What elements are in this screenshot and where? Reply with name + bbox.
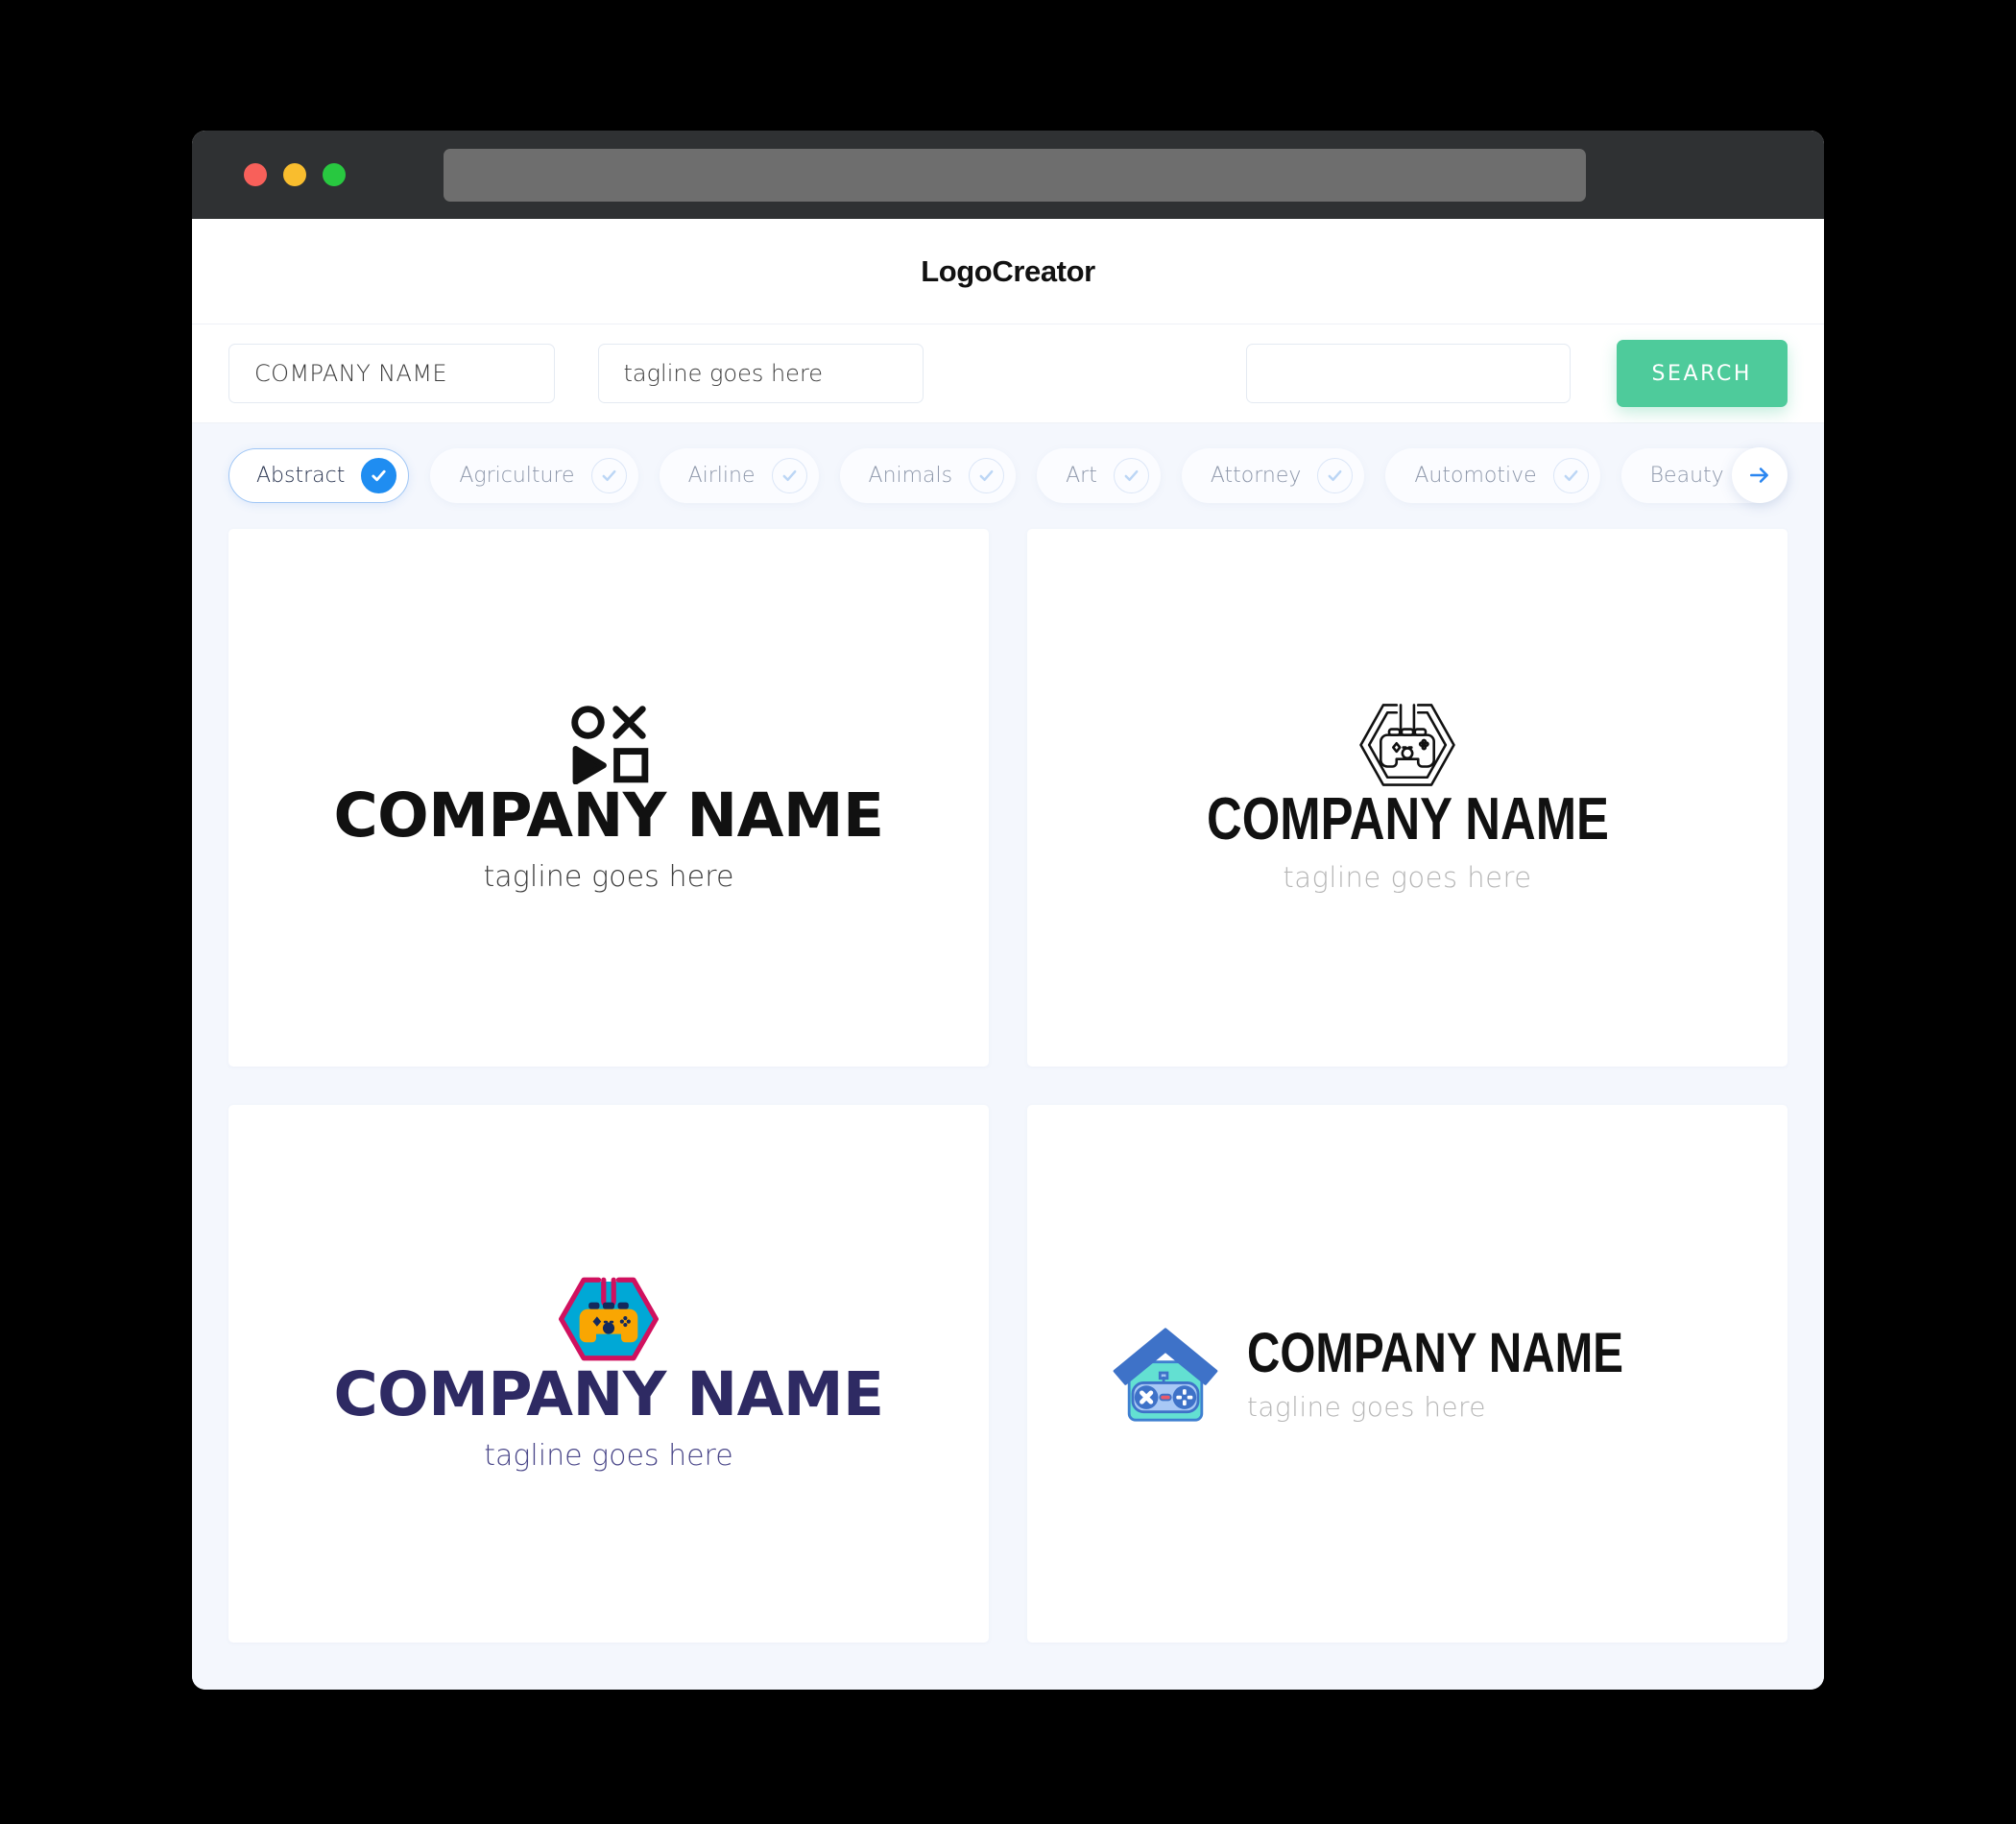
arrow-right-icon bbox=[1750, 468, 1768, 483]
house-gamepad-icon bbox=[1109, 1324, 1222, 1424]
logo-company-name: COMPANY NAME bbox=[333, 780, 884, 852]
check-icon bbox=[1113, 457, 1149, 493]
hexagon-gamepad-outline-icon bbox=[1357, 702, 1457, 788]
check-icon bbox=[771, 457, 807, 493]
logo-tagline: tagline goes here bbox=[1247, 1390, 1486, 1423]
category-chip-art[interactable]: Art bbox=[1037, 447, 1161, 503]
app-header: LogoCreator bbox=[192, 219, 1824, 324]
browser-titlebar bbox=[192, 131, 1824, 219]
category-label: Attorney bbox=[1210, 463, 1302, 488]
company-name-input[interactable]: COMPANY NAME bbox=[228, 344, 555, 403]
category-label: Agriculture bbox=[459, 463, 575, 488]
minimize-window-button[interactable] bbox=[283, 163, 306, 186]
category-chip-attorney[interactable]: Attorney bbox=[1181, 447, 1365, 503]
logo-results-grid: COMPANY NAME tagline goes here COMPANY N… bbox=[228, 527, 1788, 1643]
category-chip-animals[interactable]: Animals bbox=[839, 447, 1017, 503]
logo-card[interactable]: COMPANY NAME tagline goes here bbox=[1027, 529, 1788, 1067]
logo-card[interactable]: COMPANY NAME tagline goes here bbox=[228, 529, 989, 1067]
app-title: LogoCreator bbox=[921, 253, 1095, 288]
address-bar[interactable] bbox=[444, 148, 1586, 202]
category-label: Art bbox=[1066, 463, 1097, 488]
playstation-shapes-icon bbox=[567, 702, 650, 785]
check-icon bbox=[361, 457, 397, 493]
maximize-window-button[interactable] bbox=[323, 163, 346, 186]
search-toolbar: COMPANY NAME tagline goes here SEARCH bbox=[192, 324, 1824, 423]
category-filter-bar: Abstract Agriculture Airline Animals Art… bbox=[228, 423, 1788, 527]
browser-window: LogoCreator COMPANY NAME tagline goes he… bbox=[192, 131, 1824, 1690]
category-label: Animals bbox=[868, 463, 953, 488]
check-icon bbox=[969, 457, 1005, 493]
keyword-input[interactable] bbox=[1246, 344, 1571, 403]
logo-tagline: tagline goes here bbox=[1283, 860, 1532, 894]
logo-company-name: COMPANY NAME bbox=[1206, 786, 1609, 853]
logo-company-name: COMPANY NAME bbox=[333, 1359, 884, 1430]
category-chip-airline[interactable]: Airline bbox=[659, 447, 819, 503]
category-chip-abstract[interactable]: Abstract bbox=[228, 447, 410, 503]
traffic-light-buttons bbox=[244, 163, 346, 186]
app-body: Abstract Agriculture Airline Animals Art… bbox=[192, 423, 1824, 1690]
tagline-input[interactable]: tagline goes here bbox=[597, 344, 924, 403]
hexagon-gamepad-color-icon bbox=[559, 1275, 659, 1363]
check-icon bbox=[1552, 457, 1589, 493]
category-label: Airline bbox=[687, 463, 756, 488]
close-window-button[interactable] bbox=[244, 163, 267, 186]
check-icon bbox=[1317, 457, 1354, 493]
check-icon bbox=[590, 457, 627, 493]
categories-next-button[interactable] bbox=[1732, 447, 1788, 503]
logo-tagline: tagline goes here bbox=[484, 1438, 733, 1473]
logo-company-name: COMPANY NAME bbox=[1247, 1322, 1623, 1385]
logo-card[interactable]: COMPANY NAME tagline goes here bbox=[1027, 1105, 1788, 1643]
category-label: Beauty bbox=[1649, 463, 1724, 488]
category-label: Abstract bbox=[256, 463, 346, 488]
search-button[interactable]: SEARCH bbox=[1616, 340, 1788, 407]
category-label: Automotive bbox=[1414, 463, 1537, 488]
logo-card[interactable]: COMPANY NAME tagline goes here bbox=[228, 1105, 989, 1643]
logo-tagline: tagline goes here bbox=[483, 859, 734, 894]
category-chip-automotive[interactable]: Automotive bbox=[1385, 447, 1600, 503]
category-chip-agriculture[interactable]: Agriculture bbox=[430, 447, 638, 503]
